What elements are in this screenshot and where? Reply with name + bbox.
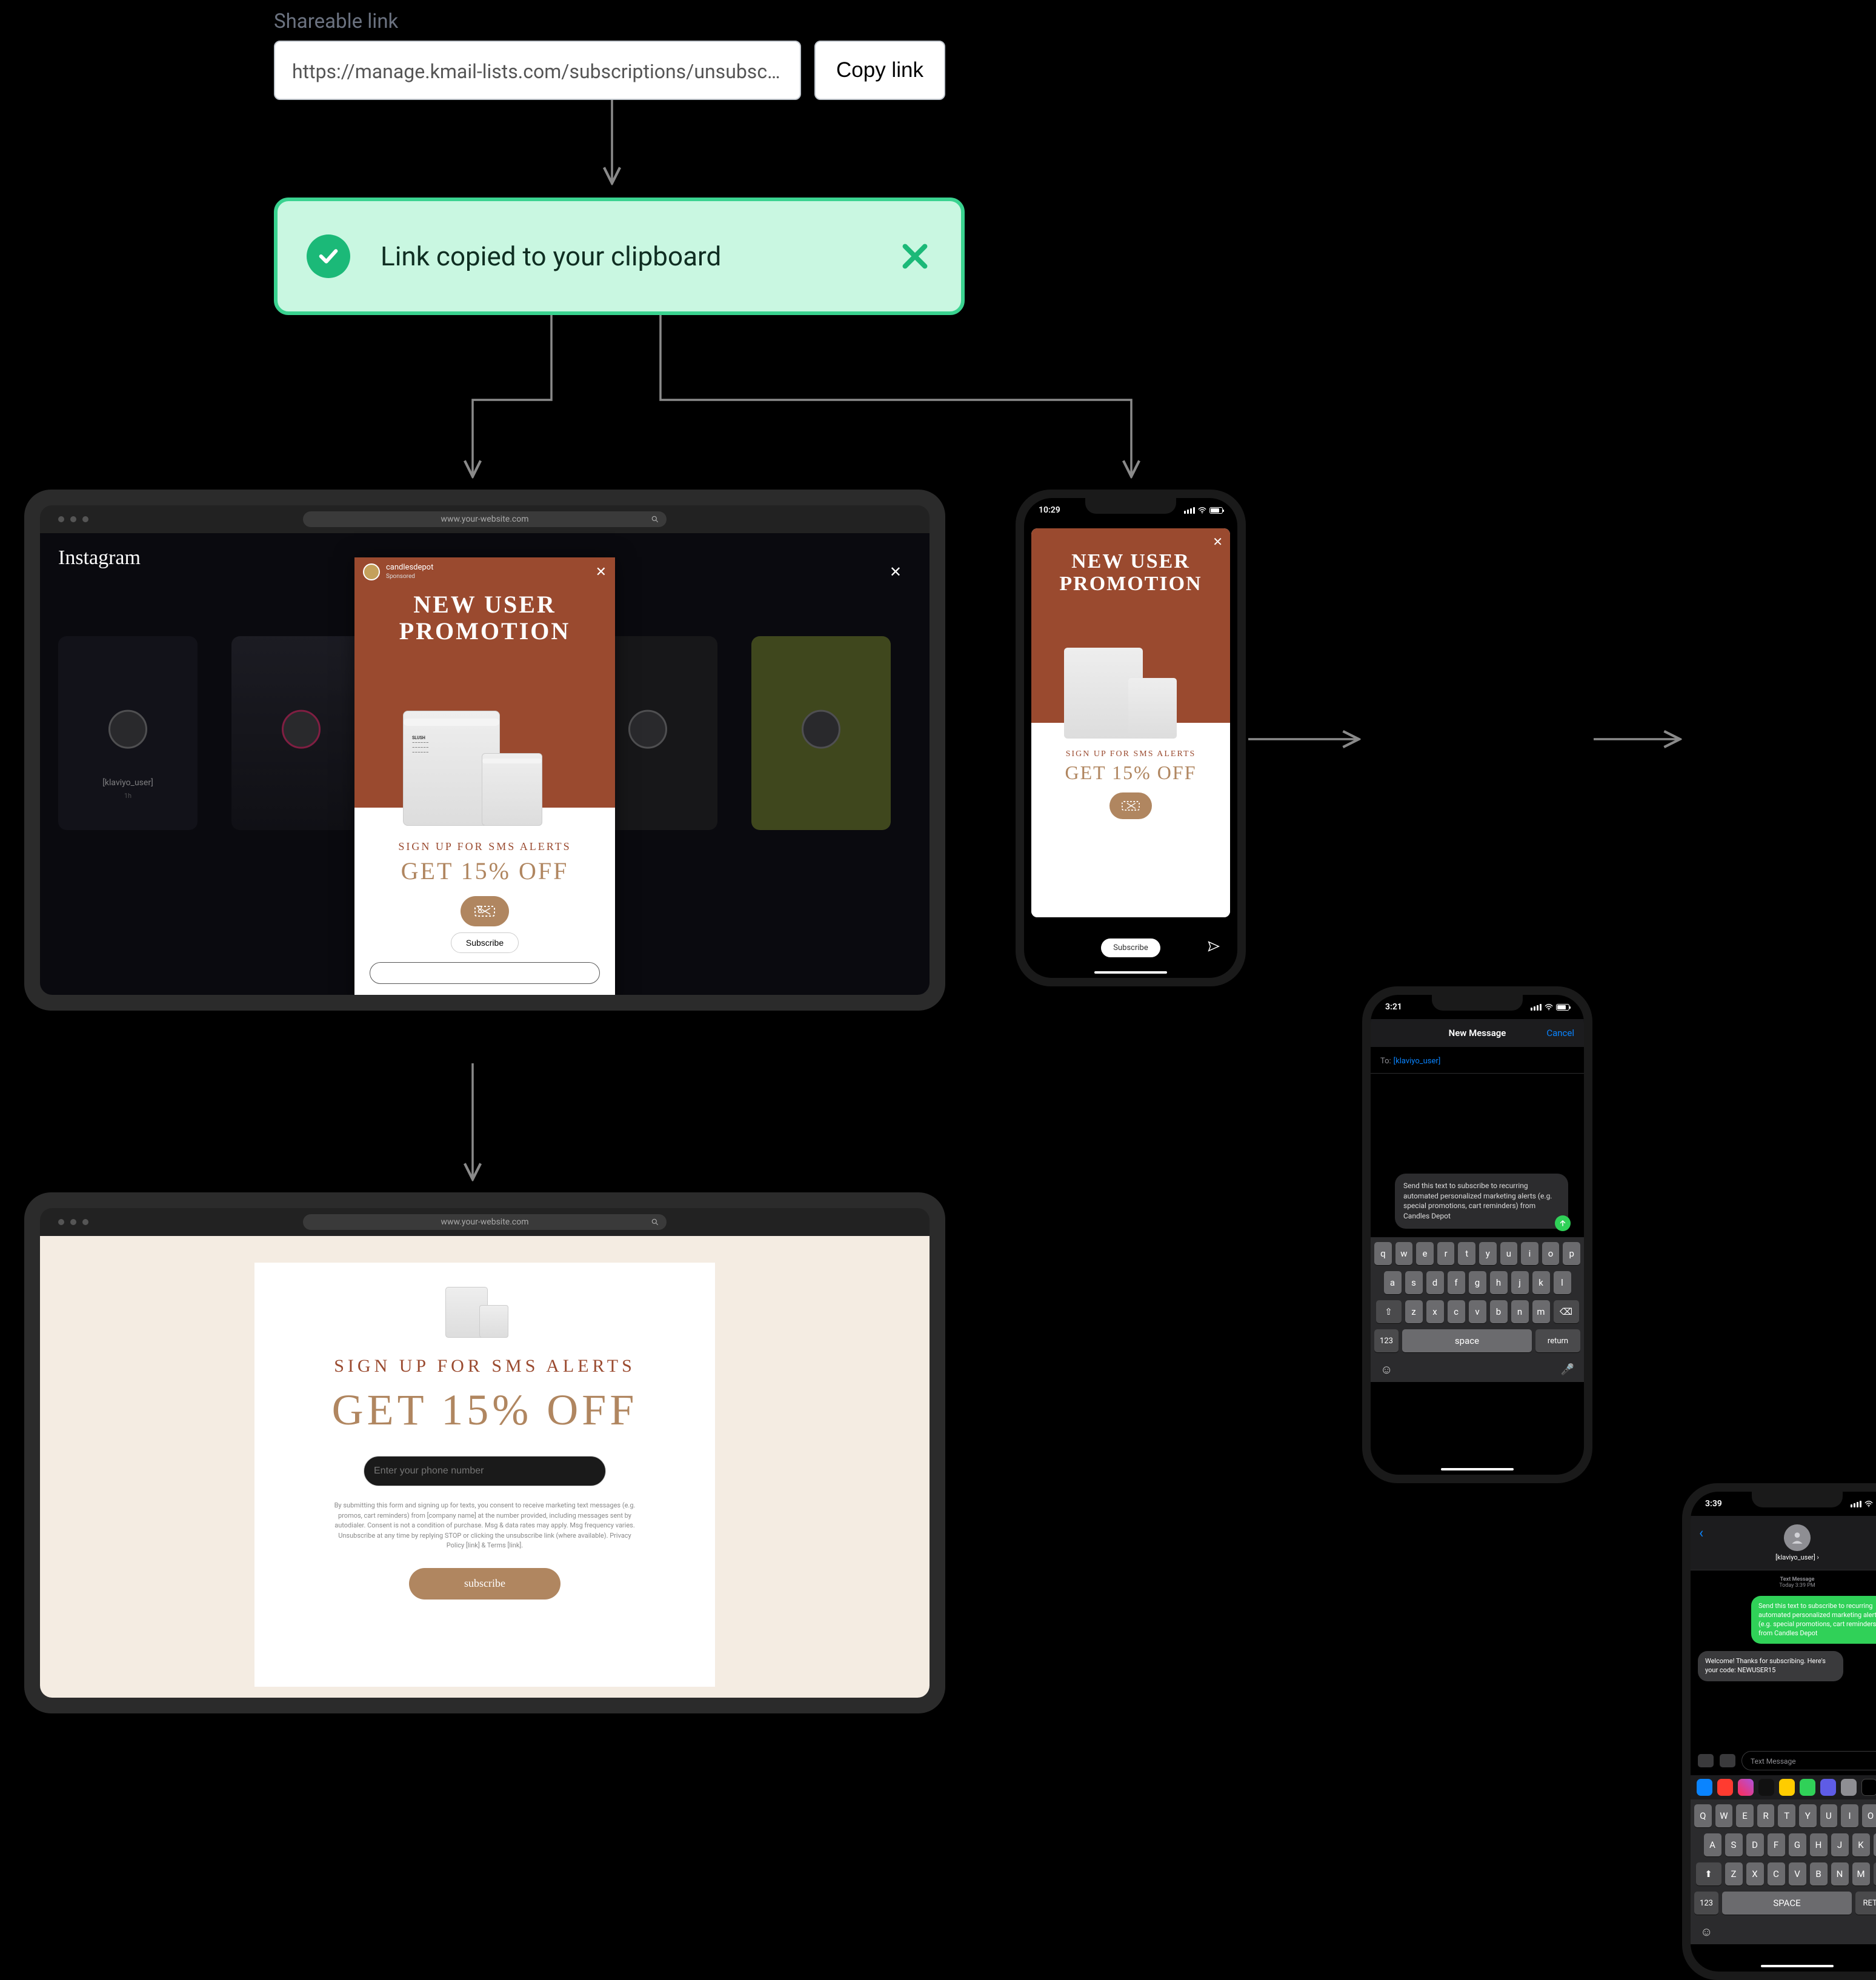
candle-product-image	[1128, 678, 1177, 739]
subscribe-button[interactable]: Subscribe	[451, 932, 519, 953]
signal-icon	[1531, 1004, 1542, 1011]
to-field[interactable]: To: [klaviyo_user]	[1371, 1047, 1584, 1074]
message-draft[interactable]: Send this text to subscribe to recurring…	[1395, 1174, 1568, 1229]
shareable-link-label: Shareable link	[274, 10, 945, 33]
check-circle-icon	[307, 234, 350, 278]
outgoing-message: Send this text to subscribe to recurring…	[1751, 1596, 1876, 1644]
shift-key: ⬆	[1696, 1862, 1721, 1885]
subscribe-button[interactable]: subscribe	[409, 1568, 560, 1600]
story-reply-input[interactable]	[370, 962, 600, 984]
home-indicator	[1761, 1965, 1834, 1967]
close-icon[interactable]	[898, 239, 932, 273]
copy-link-button[interactable]: Copy link	[814, 41, 945, 100]
signal-icon	[1184, 507, 1195, 514]
app-store-icon[interactable]	[1720, 1754, 1735, 1767]
sponsored-label: Sponsored	[386, 573, 415, 580]
promo-offer: GET 15% OFF	[401, 857, 569, 885]
contact-name: [klaviyo_user] ›	[1775, 1553, 1819, 1561]
imessage-apps-rail[interactable]	[1691, 1775, 1876, 1799]
promo-story-ad: candlesdepotSponsored ✕ NEW USERPROMOTIO…	[354, 557, 615, 995]
legal-disclaimer: By submitting this form and signing up f…	[333, 1501, 636, 1551]
browser-titlebar: www.your-website.com	[40, 1208, 930, 1236]
form-offer: GET 15% OFF	[332, 1385, 638, 1435]
cancel-button[interactable]: Cancel	[1546, 1028, 1574, 1038]
send-button[interactable]	[1555, 1215, 1571, 1231]
scissors-coupon-icon	[1109, 792, 1152, 819]
conversation-header: ‹ [klaviyo_user] ›	[1691, 1516, 1876, 1570]
close-story-icon[interactable]: ✕	[890, 563, 902, 580]
story-tile[interactable]: [klaviyo_user] 1h	[58, 636, 198, 830]
browser-url[interactable]: www.your-website.com	[303, 1214, 667, 1230]
emoji-icon[interactable]: ☺	[1380, 1362, 1392, 1377]
shareable-link-block: Shareable link https://manage.kmail-list…	[274, 10, 945, 100]
toast-message: Link copied to your clipboard	[381, 241, 868, 272]
copied-toast: Link copied to your clipboard	[274, 198, 965, 315]
back-button[interactable]: ‹	[1699, 1524, 1703, 1541]
product-image	[445, 1281, 524, 1341]
incoming-message: Welcome! Thanks for subscribing. Here's …	[1698, 1651, 1843, 1681]
promo-subtitle: SIGN UP FOR SMS ALERTS	[1066, 749, 1196, 759]
signup-form-card: SIGN UP FOR SMS ALERTS GET 15% OFF By su…	[254, 1263, 715, 1687]
compose-header: New Message Cancel	[1371, 1019, 1584, 1047]
promo-subtitle: SIGN UP FOR SMS ALERTS	[398, 840, 571, 853]
close-icon[interactable]: ✕	[596, 565, 607, 580]
phone-number-input[interactable]	[364, 1456, 606, 1486]
message-input[interactable]: Text Message	[1741, 1751, 1876, 1770]
phone-promo-story: 10:29 ✕ NEW USERPROMOTION SIGN UP FOR SM…	[1016, 490, 1246, 986]
status-time: 3:21	[1385, 1002, 1402, 1012]
status-time: 10:29	[1039, 505, 1060, 515]
brand-avatar[interactable]	[363, 563, 380, 580]
shift-key: ⇧	[1376, 1300, 1402, 1323]
form-title: SIGN UP FOR SMS ALERTS	[334, 1356, 636, 1377]
home-indicator	[1094, 971, 1167, 974]
backspace-key: ⌫	[1874, 1862, 1876, 1885]
battery-icon	[1209, 507, 1223, 514]
close-icon[interactable]: ✕	[1212, 534, 1223, 549]
home-indicator	[1441, 1468, 1514, 1470]
brand-name: candlesdepot	[386, 563, 433, 572]
story-tile[interactable]	[751, 636, 891, 830]
laptop-landing-page: www.your-website.com SIGN UP FOR SMS ALE…	[24, 1192, 945, 1713]
emoji-icon[interactable]: ☺	[1700, 1924, 1712, 1939]
story-tile[interactable]	[231, 636, 371, 830]
wifi-icon	[1864, 1501, 1873, 1507]
browser-url[interactable]: www.your-website.com	[303, 511, 667, 527]
keyboard[interactable]: qwertyuiop asdfghjkl ⇧zxcvbnm⌫ 123spacer…	[1371, 1237, 1584, 1382]
promo-story-ad: ✕ NEW USERPROMOTION SIGN UP FOR SMS ALER…	[1031, 528, 1230, 917]
battery-icon	[1556, 1004, 1569, 1011]
share-icon[interactable]	[1207, 940, 1220, 955]
search-icon	[651, 1218, 659, 1226]
scissors-coupon-icon	[461, 896, 509, 926]
phone-conversation: 3:39 ‹ [klaviyo_user] › Text MessageToda…	[1682, 1483, 1876, 1980]
camera-icon[interactable]	[1698, 1754, 1714, 1767]
keyboard[interactable]: QWERTYUIOP ASDFGHJKL ⬆ZXCVBNM⌫ 123spacer…	[1691, 1799, 1876, 1944]
mic-icon[interactable]: 🎤	[1561, 1363, 1574, 1376]
shareable-link-input[interactable]: https://manage.kmail-lists.com/subscript…	[274, 41, 801, 100]
subscribe-button[interactable]: Subscribe	[1101, 939, 1160, 957]
compose-title: New Message	[1449, 1028, 1506, 1038]
laptop-instagram-ad: www.your-website.com Instagram ✕ [klaviy…	[24, 490, 945, 1011]
contact-avatar[interactable]	[1784, 1524, 1811, 1551]
phone-new-message: 3:21 New Message Cancel To: [klaviyo_use…	[1362, 986, 1592, 1483]
wifi-icon	[1545, 1004, 1553, 1011]
wifi-icon	[1198, 507, 1206, 514]
browser-titlebar: www.your-website.com	[40, 505, 930, 533]
candle-product-image	[482, 753, 542, 826]
status-time: 3:39	[1705, 1499, 1722, 1509]
signal-icon	[1851, 1501, 1861, 1507]
promo-offer: GET 15% OFF	[1065, 762, 1197, 784]
search-icon	[651, 515, 659, 523]
backspace-key: ⌫	[1554, 1300, 1579, 1323]
message-thread: Text MessageToday 3:39 PM Send this text…	[1691, 1570, 1876, 1746]
